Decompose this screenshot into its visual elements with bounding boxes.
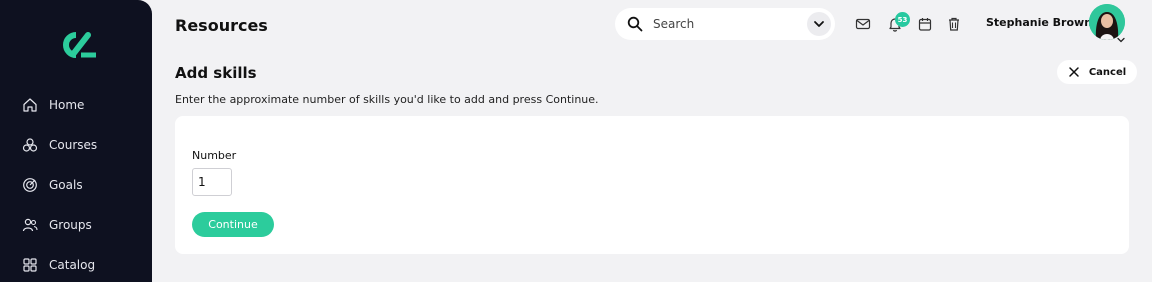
calendar-icon[interactable] [917, 16, 933, 32]
sidebar-item-label: Courses [49, 138, 98, 152]
user-name: Stephanie Brown [986, 16, 1093, 29]
brand-logo[interactable] [55, 30, 97, 60]
catalog-icon [22, 257, 38, 273]
search-icon [627, 16, 643, 32]
section-title: Add skills [175, 64, 257, 82]
courses-icon [22, 137, 38, 153]
sidebar-item-label: Goals [49, 178, 83, 192]
notification-badge: 53 [895, 12, 910, 27]
close-icon [1068, 66, 1080, 78]
goals-icon [22, 177, 38, 193]
sidebar-item-courses[interactable]: Courses [22, 134, 97, 156]
add-skills-card: Number Continue [175, 116, 1129, 254]
search-bar[interactable] [615, 8, 835, 40]
sidebar-item-label: Groups [49, 218, 92, 232]
search-dropdown-button[interactable] [807, 12, 831, 36]
sidebar-item-goals[interactable]: Goals [22, 174, 83, 196]
instructions-text: Enter the approximate number of skills y… [175, 93, 599, 106]
sidebar: Home Courses Goals Groups Catalog [0, 0, 152, 282]
number-input[interactable] [192, 168, 232, 196]
cancel-button[interactable]: Cancel [1057, 60, 1137, 84]
continue-button[interactable]: Continue [192, 212, 274, 237]
sidebar-item-groups[interactable]: Groups [22, 214, 92, 236]
cancel-label: Cancel [1088, 66, 1127, 78]
trash-icon[interactable] [946, 16, 962, 32]
page-title: Resources [175, 16, 268, 35]
sidebar-item-label: Catalog [49, 258, 96, 272]
chevron-down-icon [814, 21, 824, 27]
number-label: Number [192, 149, 237, 162]
search-input[interactable] [653, 17, 793, 31]
sidebar-item-label: Home [49, 98, 85, 112]
sidebar-item-home[interactable]: Home [22, 94, 84, 116]
groups-icon [22, 217, 38, 233]
chevron-down-icon[interactable] [1115, 30, 1127, 43]
mail-icon[interactable] [855, 16, 871, 32]
home-icon [22, 97, 38, 113]
sidebar-item-catalog[interactable]: Catalog [22, 254, 95, 276]
